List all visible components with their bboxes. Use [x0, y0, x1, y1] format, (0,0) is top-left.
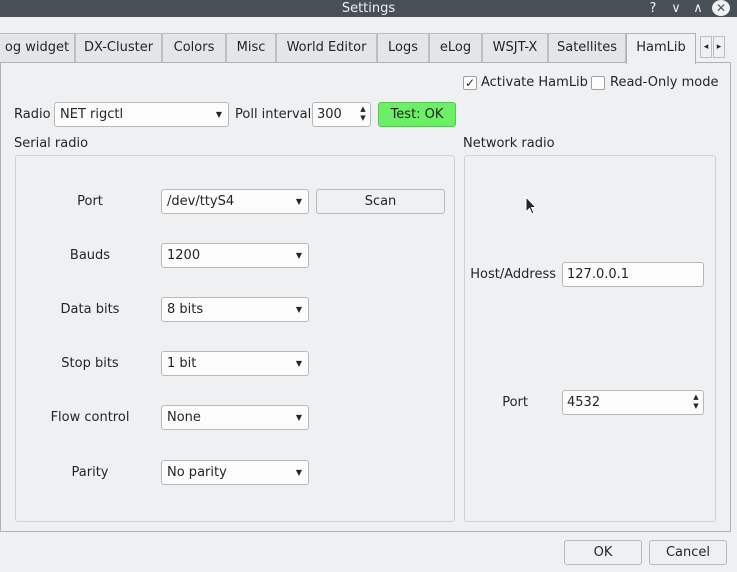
- tab-scroll-left-icon[interactable]: ◂: [700, 36, 712, 58]
- poll-interval-value: 300: [317, 107, 342, 122]
- readonly-mode-checkbox[interactable]: [591, 76, 605, 90]
- network-port-label: Port: [502, 395, 528, 410]
- chevron-down-icon: ▼: [295, 359, 302, 368]
- spin-up-icon[interactable]: ▲: [358, 105, 368, 114]
- flow-control-label: Flow control: [50, 410, 130, 425]
- data-bits-select-value: 8 bits: [167, 302, 204, 317]
- minimize-icon[interactable]: ∨: [666, 0, 686, 17]
- activate-hamlib-label: Activate HamLib: [481, 75, 588, 90]
- tab-hamlib[interactable]: HamLib: [626, 33, 696, 64]
- spin-arrows-icon[interactable]: ▲ ▼: [358, 105, 368, 123]
- port-select-value: /dev/ttyS4: [167, 194, 235, 209]
- maximize-icon[interactable]: ∧: [688, 0, 708, 17]
- tab-misc[interactable]: Misc: [226, 33, 276, 63]
- tab-satellites[interactable]: Satellites: [548, 33, 626, 63]
- data-bits-select[interactable]: 8 bits ▼: [161, 297, 309, 322]
- chevron-down-icon: ▼: [215, 110, 222, 119]
- poll-interval-spinbox[interactable]: 300 ▲ ▼: [312, 102, 371, 127]
- port-select[interactable]: /dev/ttyS4 ▼: [161, 189, 309, 214]
- stop-bits-select[interactable]: 1 bit ▼: [161, 351, 309, 376]
- chevron-down-icon: ▼: [295, 468, 302, 477]
- radio-select[interactable]: NET rigctl ▼: [54, 102, 229, 127]
- tab-elog[interactable]: eLog: [429, 33, 482, 63]
- close-icon[interactable]: ✕: [712, 0, 730, 16]
- tab-colors[interactable]: Colors: [162, 33, 226, 63]
- help-icon[interactable]: ?: [643, 0, 663, 17]
- cancel-button[interactable]: Cancel: [649, 540, 727, 565]
- flow-control-select-value: None: [167, 410, 201, 425]
- serial-radio-title: Serial radio: [14, 136, 89, 151]
- test-button[interactable]: Test: OK: [378, 102, 456, 127]
- ok-button[interactable]: OK: [564, 540, 642, 565]
- network-port-spinbox[interactable]: 4532 ▲ ▼: [562, 390, 704, 415]
- tab-bar: og widget DX-Cluster Colors Misc World E…: [0, 33, 737, 64]
- parity-select[interactable]: No parity ▼: [161, 460, 309, 485]
- data-bits-label: Data bits: [60, 302, 120, 317]
- window-title: Settings: [341, 1, 396, 16]
- host-address-input[interactable]: 127.0.0.1: [562, 262, 704, 287]
- bauds-label: Bauds: [69, 248, 111, 263]
- title-bar: Settings ? ∨ ∧ ✕: [0, 0, 737, 17]
- tab-log-widget[interactable]: og widget: [0, 33, 75, 63]
- chevron-down-icon: ▼: [295, 413, 302, 422]
- bauds-select-value: 1200: [167, 248, 201, 263]
- chevron-down-icon: ▼: [295, 305, 302, 314]
- activate-hamlib-checkbox[interactable]: ✓: [463, 76, 477, 90]
- radio-select-value: NET rigctl: [60, 107, 124, 122]
- host-address-label: Host/Address: [470, 267, 556, 282]
- radio-label: Radio: [14, 107, 51, 122]
- stop-bits-label: Stop bits: [61, 356, 119, 371]
- spin-arrows-icon[interactable]: ▲ ▼: [691, 393, 701, 411]
- port-label: Port: [77, 194, 103, 209]
- readonly-mode-label: Read-Only mode: [610, 75, 719, 90]
- flow-control-select[interactable]: None ▼: [161, 405, 309, 430]
- spin-up-icon[interactable]: ▲: [691, 393, 701, 402]
- chevron-down-icon: ▼: [295, 251, 302, 260]
- network-radio-group: [464, 155, 716, 522]
- network-port-value: 4532: [567, 395, 601, 410]
- parity-select-value: No parity: [167, 465, 227, 480]
- stop-bits-select-value: 1 bit: [167, 356, 197, 371]
- tab-scroll-right-icon[interactable]: ▸: [713, 36, 725, 58]
- spin-down-icon[interactable]: ▼: [691, 402, 701, 411]
- chevron-down-icon: ▼: [295, 197, 302, 206]
- mouse-cursor-icon: [525, 196, 537, 215]
- tab-dx-cluster[interactable]: DX-Cluster: [75, 33, 162, 63]
- tab-logs[interactable]: Logs: [377, 33, 429, 63]
- poll-interval-label: Poll interval: [235, 107, 312, 122]
- tab-wsjt-x[interactable]: WSJT-X: [482, 33, 548, 63]
- bauds-select[interactable]: 1200 ▼: [161, 243, 309, 268]
- spin-down-icon[interactable]: ▼: [358, 114, 368, 123]
- network-radio-title: Network radio: [463, 136, 555, 151]
- scan-button[interactable]: Scan: [316, 189, 445, 214]
- parity-label: Parity: [71, 465, 109, 480]
- tab-world-editor[interactable]: World Editor: [276, 33, 377, 63]
